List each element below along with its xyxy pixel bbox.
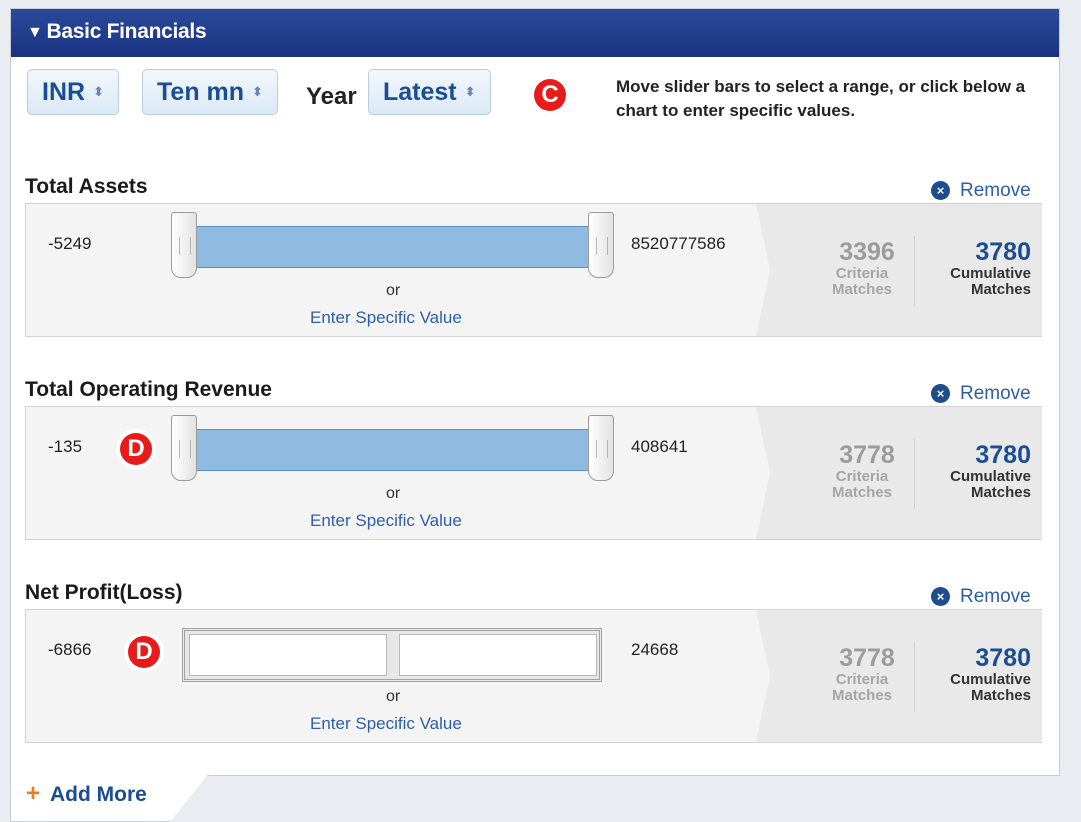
- cumulative-matches-label: Cumulative Matches: [950, 265, 1031, 298]
- remove-total-operating-revenue[interactable]: × Remove: [931, 383, 1031, 405]
- currency-value: INR: [42, 78, 86, 106]
- plus-icon: +: [26, 780, 41, 807]
- enter-specific-value-link[interactable]: Enter Specific Value: [310, 714, 462, 734]
- add-more-button[interactable]: + Add More: [26, 780, 147, 808]
- value-inputs: [182, 628, 602, 682]
- units-value: Ten mn: [157, 78, 245, 106]
- cumulative-matches-count: 3780: [975, 441, 1031, 469]
- filter-box-net-profit-loss: -6866 D 24668 or Enter Specific Value 37…: [25, 609, 1042, 743]
- or-label: or: [386, 282, 401, 299]
- remove-label: Remove: [960, 383, 1031, 404]
- matches-divider: [914, 642, 915, 712]
- min-value: -135: [48, 437, 83, 456]
- select-arrows-icon: ⬍: [464, 84, 476, 99]
- filter-box-total-assets: -5249 8520777586 or Enter Specific Value…: [25, 203, 1042, 337]
- cumulative-matches-label: Cumulative Matches: [950, 671, 1031, 704]
- matches-divider: [914, 439, 915, 509]
- filter-box-total-operating-revenue: -135 D 408641 or Enter Specific Value 37…: [25, 406, 1042, 540]
- select-arrows-icon: ⬍: [252, 84, 263, 99]
- or-label: or: [386, 485, 401, 502]
- slider-max-handle[interactable]: [588, 212, 614, 278]
- select-arrows-icon: ⬍: [93, 84, 104, 99]
- section-title-total-assets: Total Assets: [25, 175, 148, 198]
- remove-label: Remove: [960, 586, 1031, 607]
- criteria-matches-count: 3778: [839, 441, 895, 469]
- min-value: -5249: [48, 234, 92, 253]
- min-value: -6866: [48, 640, 92, 659]
- year-value: Latest: [383, 78, 457, 106]
- min-value-input[interactable]: [189, 634, 387, 676]
- panel-title-text: Basic Financials: [46, 20, 207, 43]
- slider-max-handle[interactable]: [588, 415, 614, 481]
- annotation-marker-c: C: [534, 79, 566, 111]
- remove-icon: ×: [931, 384, 950, 403]
- enter-specific-value-link[interactable]: Enter Specific Value: [310, 308, 462, 328]
- range-slider-track[interactable]: [186, 429, 601, 471]
- or-label: or: [386, 688, 401, 705]
- max-value-input[interactable]: [399, 634, 597, 676]
- slider-min-handle[interactable]: [171, 212, 197, 278]
- cumulative-matches-count: 3780: [975, 238, 1031, 266]
- remove-total-assets[interactable]: × Remove: [931, 180, 1031, 202]
- year-select[interactable]: Latest ⬍: [368, 69, 491, 115]
- remove-net-profit-loss[interactable]: × Remove: [931, 586, 1031, 608]
- range-slider-track[interactable]: [186, 226, 601, 268]
- section-title-net-profit-loss: Net Profit(Loss): [25, 581, 183, 604]
- annotation-marker-d: D: [128, 636, 160, 668]
- remove-label: Remove: [960, 180, 1031, 201]
- section-title-total-operating-revenue: Total Operating Revenue: [25, 378, 272, 401]
- max-value: 24668: [631, 640, 679, 659]
- criteria-matches-label: Criteria Matches: [831, 265, 893, 298]
- criteria-matches-label: Criteria Matches: [831, 468, 893, 501]
- cumulative-matches-label: Cumulative Matches: [950, 468, 1031, 501]
- matches-divider: [914, 236, 915, 306]
- remove-icon: ×: [931, 587, 950, 606]
- remove-icon: ×: [931, 181, 950, 200]
- max-value: 8520777586: [631, 234, 726, 253]
- annotation-marker-d: D: [120, 433, 152, 465]
- criteria-matches-label: Criteria Matches: [831, 671, 893, 704]
- add-more-label: Add More: [50, 783, 147, 806]
- panel-title[interactable]: ▼ Basic Financials: [27, 20, 207, 44]
- enter-specific-value-link[interactable]: Enter Specific Value: [310, 511, 462, 531]
- basic-financials-panel: ▼ Basic Financials INR ⬍ Ten mn ⬍ Year Late…: [10, 8, 1060, 776]
- instructions-text: Move slider bars to select a range, or c…: [616, 77, 1026, 120]
- panel-header[interactable]: ▼ Basic Financials: [11, 9, 1059, 57]
- criteria-matches-count: 3778: [839, 644, 895, 672]
- criteria-matches-count: 3396: [839, 238, 895, 266]
- collapse-arrow-icon[interactable]: ▼: [27, 24, 43, 41]
- slider-min-handle[interactable]: [171, 415, 197, 481]
- currency-select[interactable]: INR ⬍: [27, 69, 119, 115]
- units-select[interactable]: Ten mn ⬍: [142, 69, 278, 115]
- cumulative-matches-count: 3780: [975, 644, 1031, 672]
- max-value: 408641: [631, 437, 688, 456]
- year-label: Year: [306, 83, 357, 110]
- toolbar: INR ⬍ Ten mn ⬍ Year Latest ⬍ C Move slider …: [11, 57, 1059, 143]
